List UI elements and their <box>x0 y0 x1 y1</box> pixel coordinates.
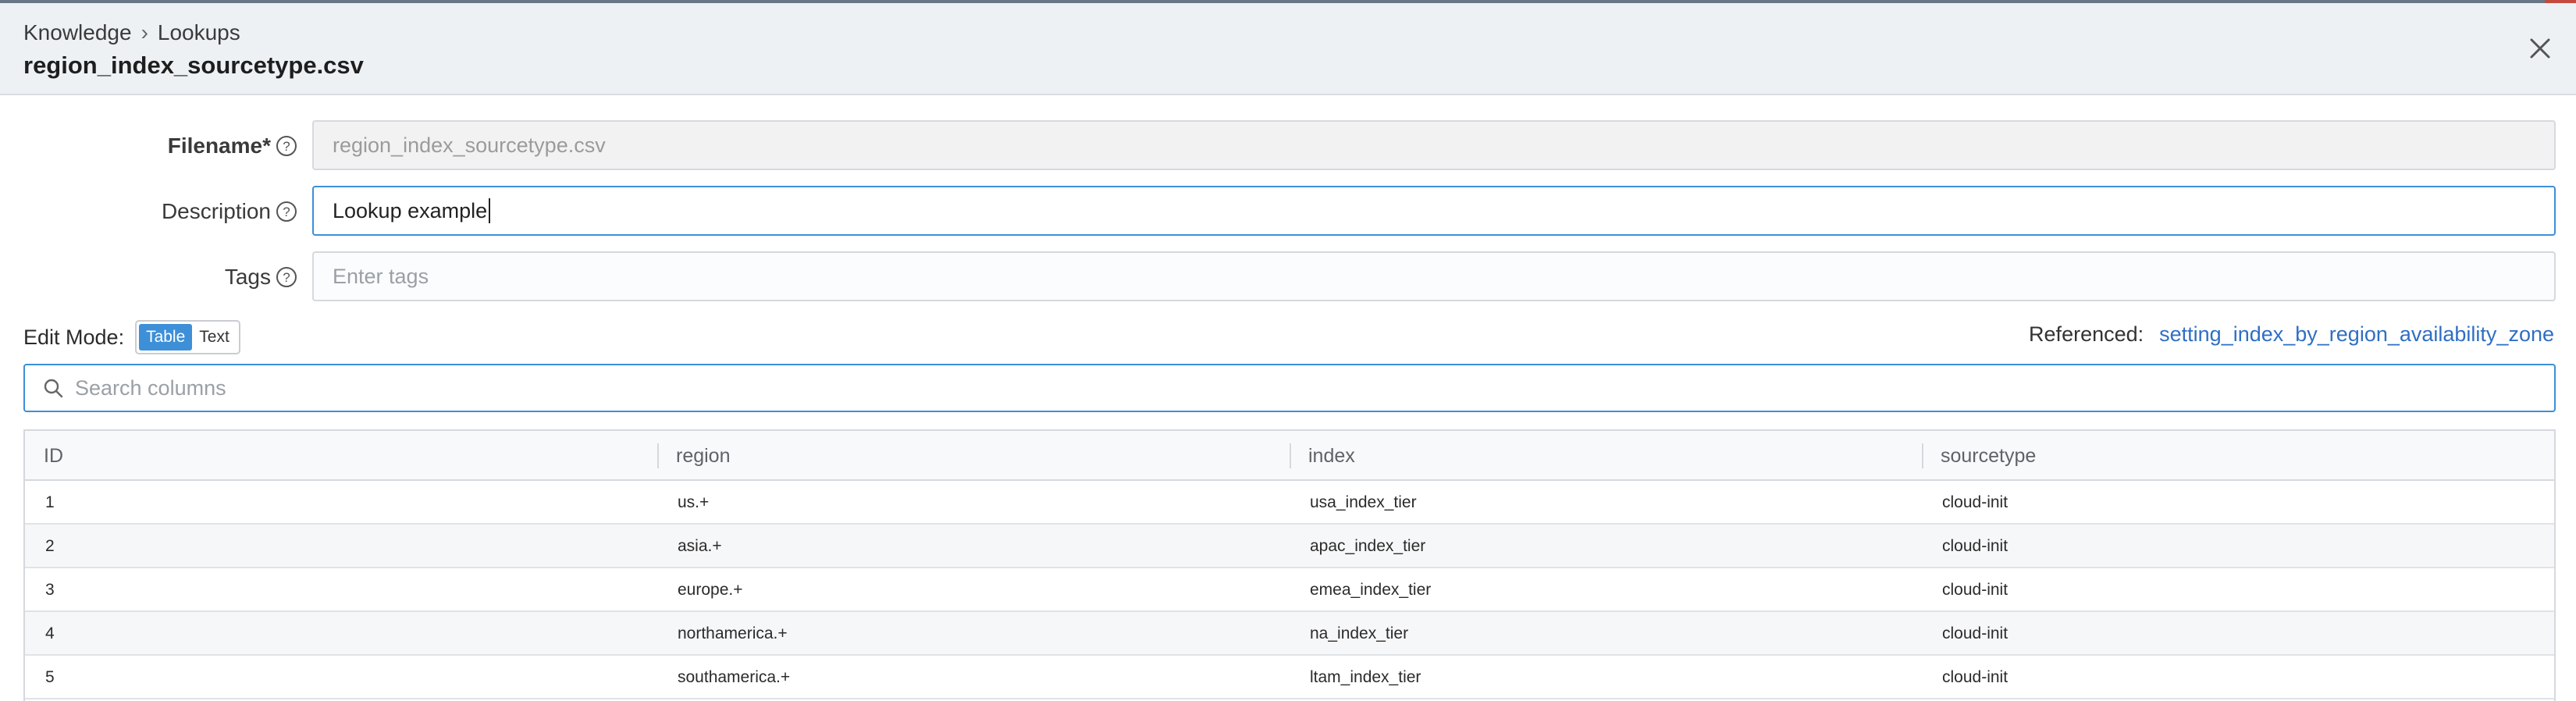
table-cell[interactable]: us.+ <box>657 481 1290 525</box>
search-placeholder: Search columns <box>75 375 226 400</box>
table-cell[interactable]: northamerica.+ <box>657 612 1290 656</box>
lookup-table: ID region index sourcetype 1 us.+ usa_in… <box>23 429 2556 701</box>
table-cell[interactable]: cloud-init <box>1922 525 2554 568</box>
edit-mode-table-button[interactable]: Table <box>139 324 193 350</box>
table-cell[interactable]: usa_index_tier <box>1290 481 1922 525</box>
table-row[interactable]: 4 northamerica.+ na_index_tier cloud-ini… <box>25 612 2554 656</box>
page-title: region_index_sourcetype.csv <box>23 52 364 79</box>
edit-mode-label: Edit Mode: <box>23 325 125 349</box>
table-cell[interactable]: na_index_tier <box>1290 612 1922 656</box>
table-cell[interactable]: asia.+ <box>657 525 1290 568</box>
text-caret <box>489 198 491 223</box>
column-header-label: ID <box>44 444 63 467</box>
svg-text:?: ? <box>283 205 290 219</box>
description-label: Description <box>161 199 271 223</box>
help-circle-icon[interactable]: ? <box>275 265 298 289</box>
search-input[interactable]: Search columns <box>23 364 2556 412</box>
column-divider[interactable] <box>1922 443 1923 468</box>
column-header-sourcetype[interactable]: sourcetype <box>1922 431 2554 481</box>
filename-field: region_index_sourcetype.csv <box>312 120 2556 170</box>
breadcrumb: Knowledge › Lookups <box>23 20 240 45</box>
table-cell[interactable]: cloud-init <box>1922 612 2554 656</box>
edit-mode-toggle: Table Text <box>135 320 240 354</box>
tags-label: Tags <box>224 265 271 289</box>
table-header: ID region index sourcetype <box>25 431 2554 481</box>
edit-mode-text-button[interactable]: Text <box>192 324 237 350</box>
description-value: Lookup example <box>333 198 488 222</box>
tags-placeholder: Enter tags <box>333 264 429 288</box>
table-cell[interactable]: cloud-init <box>1922 481 2554 525</box>
table-cell[interactable]: southamerica.+ <box>657 656 1290 699</box>
table-row[interactable]: 2 asia.+ apac_index_tier cloud-init <box>25 525 2554 568</box>
referenced: Referenced: setting_index_by_region_avai… <box>2029 317 2554 351</box>
column-header-region[interactable]: region <box>657 431 1290 481</box>
column-header-label: sourcetype <box>1941 444 2037 467</box>
column-divider[interactable] <box>1290 443 1291 468</box>
table-row[interactable]: 5 southamerica.+ ltam_index_tier cloud-i… <box>25 656 2554 699</box>
svg-text:?: ? <box>283 139 290 154</box>
help-circle-icon[interactable]: ? <box>275 134 298 158</box>
tags-row: Tags ? Enter tags <box>0 251 2576 303</box>
table-cell[interactable]: cloud-init <box>1922 568 2554 612</box>
table-cell[interactable]: ltam_index_tier <box>1290 656 1922 699</box>
column-header-index[interactable]: index <box>1290 431 1922 481</box>
search-icon <box>44 379 63 398</box>
table-cell[interactable]: 2 <box>25 525 657 568</box>
table-row[interactable]: 1 us.+ usa_index_tier cloud-init <box>25 481 2554 525</box>
table-cell[interactable]: 4 <box>25 612 657 656</box>
column-header-id[interactable]: ID <box>25 431 657 481</box>
table-row[interactable]: 3 europe.+ emea_index_tier cloud-init <box>25 568 2554 612</box>
description-row: Description ? Lookup example <box>0 186 2576 237</box>
column-header-label: index <box>1308 444 1355 467</box>
table-cell[interactable]: cloud-init <box>1922 656 2554 699</box>
table-cell[interactable]: 3 <box>25 568 657 612</box>
modal-header: Knowledge › Lookups region_index_sourcet… <box>0 3 2576 95</box>
breadcrumb-separator: › <box>141 20 148 44</box>
filename-label: Filename* <box>167 133 271 158</box>
column-header-label: region <box>676 444 731 467</box>
filename-value: region_index_sourcetype.csv <box>333 133 606 157</box>
breadcrumb-item-lookups[interactable]: Lookups <box>158 20 240 45</box>
table-cell[interactable]: europe.+ <box>657 568 1290 612</box>
close-icon[interactable] <box>2526 34 2554 62</box>
breadcrumb-item-knowledge[interactable]: Knowledge <box>23 20 132 45</box>
description-field[interactable]: Lookup example <box>312 186 2556 236</box>
column-divider[interactable] <box>657 443 659 468</box>
filename-row: Filename* ? region_index_sourcetype.csv <box>0 120 2576 172</box>
help-circle-icon[interactable]: ? <box>275 200 298 223</box>
table-cell[interactable]: 5 <box>25 656 657 699</box>
table-cell[interactable]: 1 <box>25 481 657 525</box>
edit-mode: Edit Mode: Table Text <box>23 318 240 356</box>
tags-field[interactable]: Enter tags <box>312 251 2556 301</box>
table-cell[interactable]: emea_index_tier <box>1290 568 1922 612</box>
table-cell[interactable]: apac_index_tier <box>1290 525 1922 568</box>
svg-text:?: ? <box>283 270 290 285</box>
referenced-label: Referenced: <box>2029 322 2144 346</box>
referenced-link[interactable]: setting_index_by_region_availability_zon… <box>2159 322 2554 347</box>
